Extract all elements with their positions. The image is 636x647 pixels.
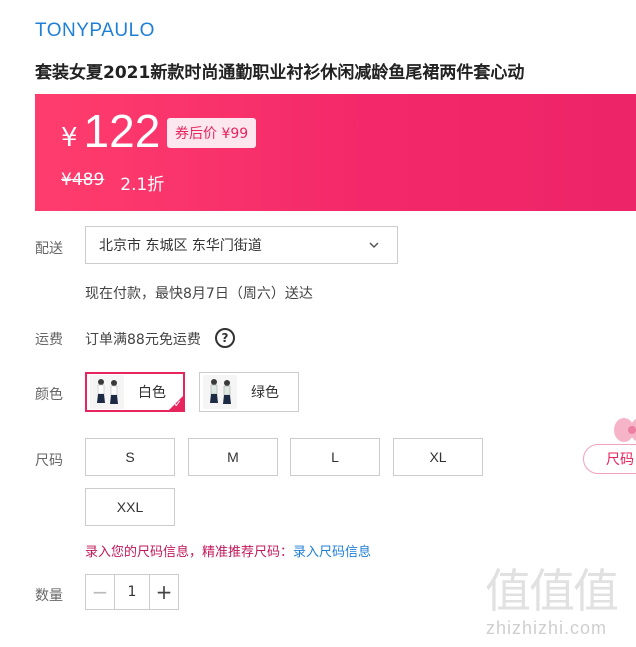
size-option-s[interactable]: S [85,438,175,476]
size-label: 尺码 [35,453,63,469]
size-option-xl[interactable]: XL [393,438,483,476]
current-price: 122 [83,105,161,157]
coupon-price-tag: 券后价 ¥99 [167,118,257,148]
size-option-xxl[interactable]: XXL [85,488,175,526]
site-watermark: 值值值 [485,564,619,618]
quantity-decrease-button[interactable]: − [86,575,115,609]
delivery-eta: 现在付款，最快8月7日（周六）送达 [85,286,313,302]
quantity-label: 数量 [35,588,63,604]
quantity-value[interactable]: 1 [115,575,149,609]
size-guide-button[interactable]: 尺码 [583,444,636,474]
size-entry-link[interactable]: 录入尺码信息 [293,545,371,560]
currency-symbol: ¥ [61,123,78,153]
help-icon[interactable]: ? [215,328,235,348]
ribbon-decoration-icon [614,418,636,442]
checkmark-icon: ✓ [173,399,182,410]
address-value: 北京市 东城区 东华门街道 [99,238,262,254]
size-hint: 录入您的尺码信息，精准推荐尺码：录入尺码信息 [85,541,371,560]
site-watermark-url: zhizhizhi.com [486,618,608,638]
color-option-label: 白色 [138,385,166,401]
quantity-stepper: − 1 + [85,574,179,610]
size-option-m[interactable]: M [188,438,278,476]
product-thumbnail-icon [90,375,124,409]
quantity-increase-button[interactable]: + [149,575,178,609]
product-title: 套装女夏2021新款时尚通勤职业衬衫休闲减龄鱼尾裙两件套心动 [35,63,525,83]
color-label: 颜色 [35,387,63,403]
brand-name[interactable]: TONYPAULO [35,20,155,42]
size-option-l[interactable]: L [290,438,380,476]
shipping-info: 订单满88元免运费 [85,332,201,348]
color-option-green[interactable]: 绿色 [199,372,299,412]
shipping-label: 运费 [35,332,63,348]
chevron-down-icon [369,242,379,249]
price-banner: ¥ 122 券后价 ¥99 ¥489 2.1折 [35,94,636,211]
color-option-white[interactable]: 白色 ✓ [85,372,185,412]
product-thumbnail-icon [203,375,237,409]
address-select[interactable]: 北京市 东城区 东华门街道 [85,226,398,264]
size-hint-text: 录入您的尺码信息，精准推荐尺码： [85,545,294,560]
delivery-label: 配送 [35,241,63,257]
color-option-label: 绿色 [251,385,279,401]
discount-rate: 2.1折 [120,175,165,195]
original-price: ¥489 [61,170,105,190]
